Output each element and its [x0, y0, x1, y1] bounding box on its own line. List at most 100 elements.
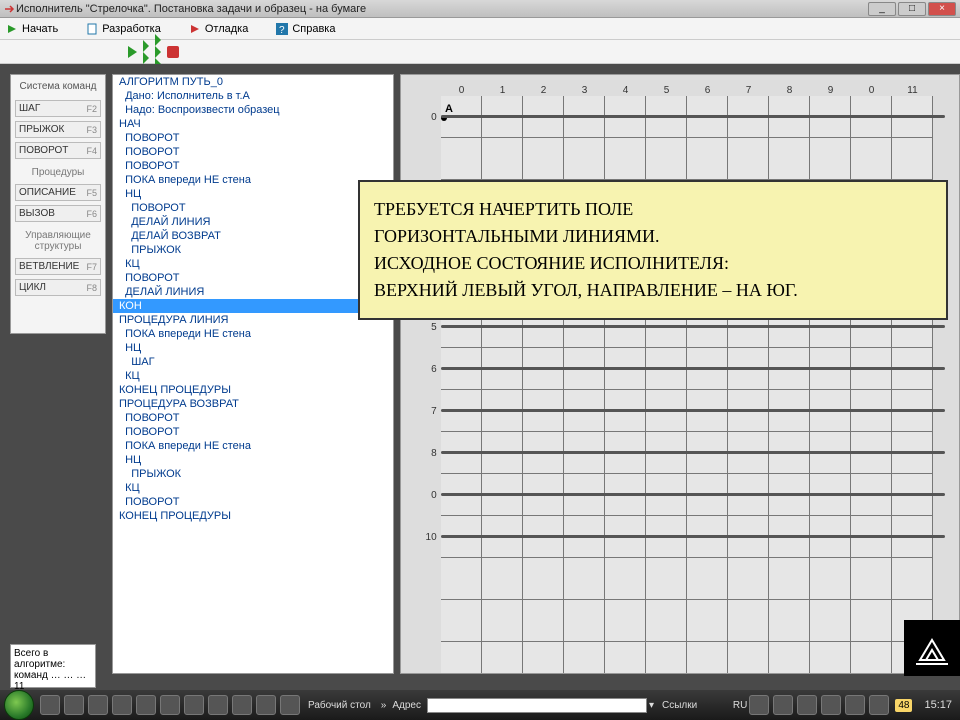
- code-line[interactable]: ПРЫЖОК: [113, 467, 393, 481]
- menu-debug[interactable]: Отладка: [189, 23, 248, 35]
- maximize-button[interactable]: □: [898, 2, 926, 16]
- code-line[interactable]: НЦ: [113, 187, 393, 201]
- cmd-jump[interactable]: ПРЫЖОКF3: [15, 121, 101, 138]
- code-line[interactable]: ПОВОРОТ: [113, 411, 393, 425]
- tray-icon[interactable]: [869, 695, 889, 715]
- grid-cell: [482, 138, 523, 180]
- col-label: 7: [728, 85, 769, 96]
- code-line[interactable]: ПОВОРОТ: [113, 201, 393, 215]
- taskbar-app-icon[interactable]: [232, 695, 252, 715]
- start-button[interactable]: [4, 690, 34, 720]
- code-line[interactable]: ПОВОРОТ: [113, 145, 393, 159]
- taskbar-app-icon[interactable]: [256, 695, 276, 715]
- code-line[interactable]: КОНЕЦ ПРОЦЕДУРЫ: [113, 509, 393, 523]
- grid-cell: [687, 600, 728, 642]
- close-button[interactable]: ×: [928, 2, 956, 16]
- taskbar-address-input[interactable]: [427, 698, 647, 713]
- code-line[interactable]: ШАГ: [113, 355, 393, 369]
- tray-badge[interactable]: 48: [895, 699, 912, 712]
- code-line[interactable]: КОНЕЦ ПРОЦЕДУРЫ: [113, 383, 393, 397]
- cmd-loop[interactable]: ЦИКЛF8: [15, 279, 101, 296]
- run-icon[interactable]: [128, 46, 137, 58]
- code-line[interactable]: ПРОЦЕДУРА ЛИНИЯ: [113, 313, 393, 327]
- code-line[interactable]: ПРЫЖОК: [113, 243, 393, 257]
- cmd-branch[interactable]: ВЕТВЛЕНИЕF7: [15, 258, 101, 275]
- taskbar-app-icon[interactable]: [64, 695, 84, 715]
- row-label: 5: [423, 322, 441, 333]
- taskbar-app-icon[interactable]: [112, 695, 132, 715]
- step-icon[interactable]: [143, 40, 149, 64]
- code-line[interactable]: Надо: Воспроизвести образец: [113, 103, 393, 117]
- code-line[interactable]: КЦ: [113, 481, 393, 495]
- drawn-horizontal-line: [441, 115, 945, 118]
- code-line[interactable]: ДЕЛАЙ ЛИНИЯ: [113, 215, 393, 229]
- play-icon: [6, 23, 18, 35]
- code-editor[interactable]: АЛГОРИТМ ПУТЬ_0 Дано: Исполнитель в т.А …: [112, 74, 394, 674]
- row-label: 6: [423, 364, 441, 375]
- cmd-call[interactable]: ВЫЗОВF6: [15, 205, 101, 222]
- cmd-step[interactable]: ШАГF2: [15, 100, 101, 117]
- taskbar-app-icon[interactable]: [208, 695, 228, 715]
- taskbar-app-icon[interactable]: [88, 695, 108, 715]
- window-title: Исполнитель "Стрелочка". Постановка зада…: [16, 3, 868, 15]
- taskbar-lang[interactable]: RU: [733, 700, 747, 711]
- code-line[interactable]: ПОВОРОТ: [113, 131, 393, 145]
- grid-cell: [523, 600, 564, 642]
- menu-help[interactable]: ? Справка: [276, 23, 335, 35]
- taskbar-app-icon[interactable]: [40, 695, 60, 715]
- menu-start[interactable]: Начать: [6, 23, 58, 35]
- grid-cell: [892, 558, 933, 600]
- code-line[interactable]: КОН: [113, 299, 393, 313]
- code-line[interactable]: НАЧ: [113, 117, 393, 131]
- tray-icon[interactable]: [749, 695, 769, 715]
- menu-help-label: Справка: [292, 23, 335, 35]
- code-line[interactable]: ПОКА впереди НЕ стена: [113, 327, 393, 341]
- code-line[interactable]: ПОВОРОТ: [113, 425, 393, 439]
- code-line[interactable]: КЦ: [113, 369, 393, 383]
- grid-cell: [810, 642, 851, 674]
- taskbar-links[interactable]: Ссылки: [662, 700, 697, 711]
- cmd-define[interactable]: ОПИСАНИЕF5: [15, 184, 101, 201]
- grid-cell: [687, 642, 728, 674]
- menu-start-label: Начать: [22, 23, 58, 35]
- taskbar-app-icon[interactable]: [160, 695, 180, 715]
- code-line[interactable]: ДЕЛАЙ ВОЗВРАТ: [113, 229, 393, 243]
- taskbar-desktop-label[interactable]: Рабочий стол: [308, 700, 371, 711]
- code-line[interactable]: КЦ: [113, 257, 393, 271]
- taskbar-app-icon[interactable]: [136, 695, 156, 715]
- tray-icon[interactable]: [821, 695, 841, 715]
- taskbar-app-icon[interactable]: [184, 695, 204, 715]
- grid-cell: [851, 558, 892, 600]
- svg-text:?: ?: [279, 25, 285, 35]
- minimize-button[interactable]: _: [868, 2, 896, 16]
- code-line[interactable]: НЦ: [113, 453, 393, 467]
- start-marker: А: [445, 103, 453, 115]
- code-line[interactable]: Дано: Исполнитель в т.А: [113, 89, 393, 103]
- code-line[interactable]: ПРОЦЕДУРА ВОЗВРАТ: [113, 397, 393, 411]
- drawn-horizontal-line: [441, 325, 945, 328]
- drawn-horizontal-line: [441, 535, 945, 538]
- stop-icon[interactable]: [167, 46, 179, 58]
- task-line: ТРЕБУЕТСЯ НАЧЕРТИТЬ ПОЛЕ: [374, 196, 932, 223]
- code-line[interactable]: АЛГОРИТМ ПУТЬ_0: [113, 75, 393, 89]
- row-label: 0: [423, 490, 441, 501]
- col-label: 8: [769, 85, 810, 96]
- code-line[interactable]: ПОВОРОТ: [113, 495, 393, 509]
- taskbar-app-icon[interactable]: [280, 695, 300, 715]
- tray-icon[interactable]: [797, 695, 817, 715]
- code-line[interactable]: ДЕЛАЙ ЛИНИЯ: [113, 285, 393, 299]
- menu-develop[interactable]: Разработка: [86, 23, 161, 35]
- tray-icon[interactable]: [773, 695, 793, 715]
- grid-cell: [810, 138, 851, 180]
- code-line[interactable]: ПОКА впереди НЕ стена: [113, 173, 393, 187]
- task-line: ВЕРХНИЙ ЛЕВЫЙ УГОЛ, НАПРАВЛЕНИЕ – НА ЮГ.: [374, 277, 932, 304]
- grid: 012345678901105678010А: [423, 85, 933, 674]
- code-line[interactable]: ПОВОРОТ: [113, 271, 393, 285]
- grid-cell: [564, 558, 605, 600]
- tray-icon[interactable]: [845, 695, 865, 715]
- code-line[interactable]: ПОКА впереди НЕ стена: [113, 439, 393, 453]
- cmd-turn[interactable]: ПОВОРОТF4: [15, 142, 101, 159]
- palette-group-proc: Процедуры: [15, 167, 101, 178]
- code-line[interactable]: НЦ: [113, 341, 393, 355]
- code-line[interactable]: ПОВОРОТ: [113, 159, 393, 173]
